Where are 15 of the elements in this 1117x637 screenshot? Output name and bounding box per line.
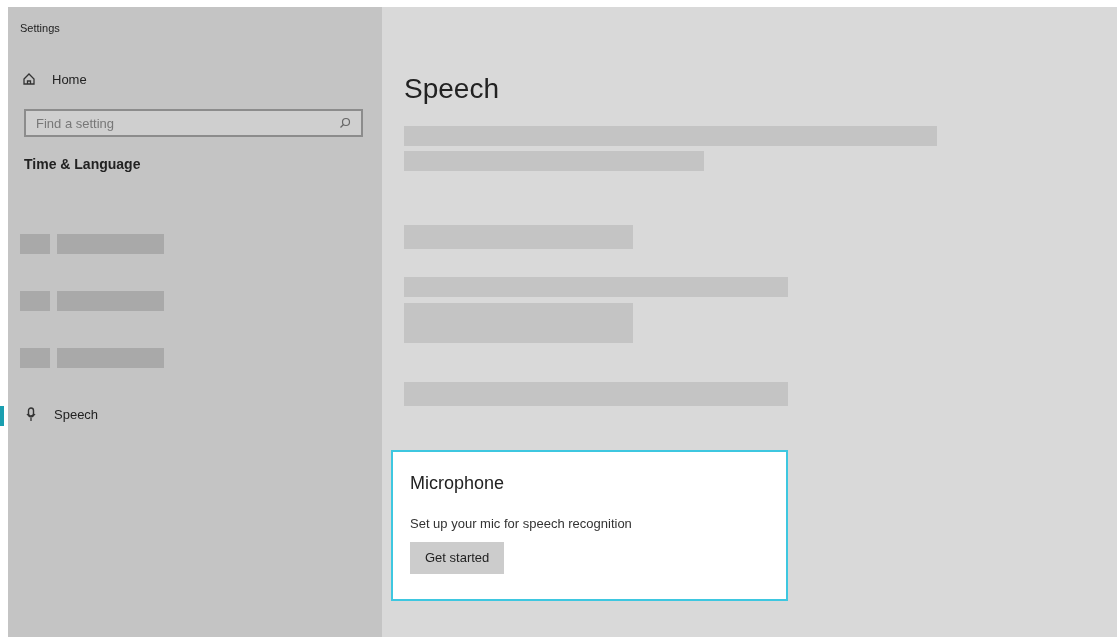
microphone-icon <box>26 407 36 422</box>
search-field[interactable]: Find a setting <box>24 109 363 137</box>
home-link[interactable]: Home <box>22 69 87 89</box>
home-icon <box>22 72 36 87</box>
page-title: Speech <box>404 72 499 106</box>
placeholder-icon <box>20 347 50 368</box>
search-icon <box>339 117 351 129</box>
placeholder-icon <box>20 233 50 254</box>
card-description: Set up your mic for speech recognition <box>410 515 632 533</box>
section-heading: Time & Language <box>24 155 141 174</box>
sidebar-item[interactable]: Speech <box>26 404 99 425</box>
get-started-button[interactable]: Get started <box>410 541 505 574</box>
placeholder-icon <box>20 290 50 311</box>
card-title: Microphone <box>410 472 505 495</box>
window-title: Settings <box>20 21 60 36</box>
